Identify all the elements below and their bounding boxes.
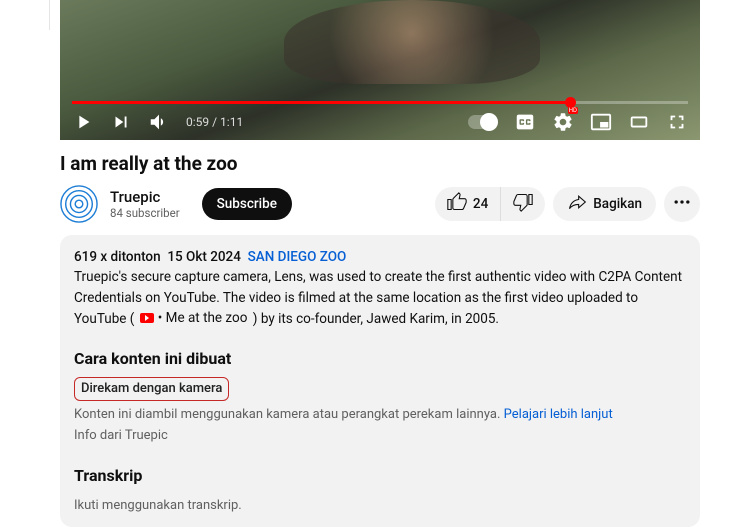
thumbs-up-icon [447,192,467,216]
location-tag[interactable]: SAN DIEGO ZOO [248,249,347,265]
settings-icon[interactable]: HD [552,111,574,133]
hd-badge: HD [568,107,578,114]
info-source: Info dari Truepic [74,426,686,446]
camera-explain: Konten ini diambil menggunakan kamera at… [74,405,686,425]
theater-icon[interactable] [628,111,650,133]
channel-avatar[interactable] [60,185,98,223]
video-player[interactable]: 0:59 / 1:11 HD [60,0,700,140]
more-horizontal-icon [672,192,692,216]
captions-icon[interactable] [514,111,536,133]
share-button[interactable]: Bagikan [553,187,656,221]
miniplayer-icon[interactable] [590,111,612,133]
content-made-heading: Cara konten ini dibuat [74,347,686,371]
description-box[interactable]: 619 x ditonton 15 Okt 2024 SAN DIEGO ZOO… [60,235,700,527]
share-label: Bagikan [593,196,642,212]
transcript-heading: Transkrip [74,464,686,488]
transcript-sub: Ikuti menggunakan transkrip. [74,496,686,516]
upload-date: 15 Okt 2024 [167,249,241,265]
next-icon[interactable] [110,111,132,133]
like-count: 24 [473,196,488,212]
share-icon [567,192,587,216]
play-icon[interactable] [72,111,94,133]
youtube-icon [140,313,154,323]
like-button[interactable]: 24 [435,187,501,221]
video-title: I am really at the zoo [60,152,700,175]
camera-recorded-label: Direkam dengan kamera [74,377,229,401]
time-display: 0:59 / 1:11 [186,115,243,129]
subscriber-count: 84 subscriber [110,206,180,220]
dislike-button[interactable] [501,187,545,221]
video-chip[interactable]: • Me at the zoo [138,308,250,328]
more-button[interactable] [664,186,700,222]
view-count: 619 x ditonton [74,249,161,265]
subscribe-button[interactable]: Subscribe [202,188,292,220]
thumbs-down-icon [513,192,533,216]
like-dislike-pill: 24 [435,187,545,221]
volume-icon[interactable] [148,111,170,133]
learn-more-link[interactable]: Pelajari lebih lanjut [504,407,613,422]
fullscreen-icon[interactable] [666,111,688,133]
channel-name[interactable]: Truepic [110,188,180,206]
autoplay-toggle[interactable] [468,115,498,129]
description-text: Truepic's secure capture camera, Lens, w… [74,267,686,329]
